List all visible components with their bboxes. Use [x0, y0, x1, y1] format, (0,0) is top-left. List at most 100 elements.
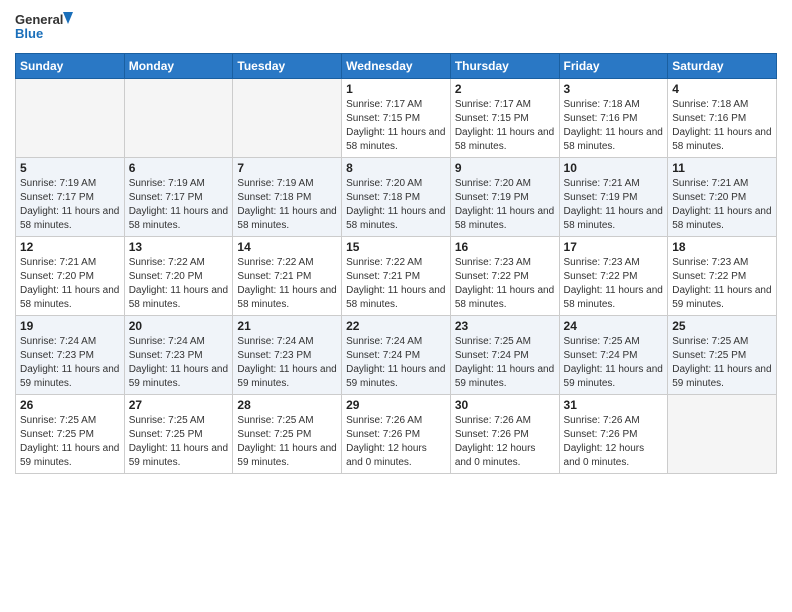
- calendar-cell: [668, 395, 777, 474]
- day-number: 14: [237, 240, 337, 254]
- day-info: Sunrise: 7:26 AMSunset: 7:26 PMDaylight:…: [346, 414, 446, 470]
- day-info: Sunrise: 7:22 AMSunset: 7:21 PMDaylight:…: [346, 256, 446, 312]
- calendar-cell: 19 Sunrise: 7:24 AMSunset: 7:23 PMDayligh…: [16, 316, 125, 395]
- day-number: 19: [20, 319, 120, 333]
- logo-svg: GeneralBlue: [15, 10, 75, 45]
- day-number: 6: [129, 161, 229, 175]
- weekday-header-row: SundayMondayTuesdayWednesdayThursdayFrid…: [16, 54, 777, 79]
- day-number: 18: [672, 240, 772, 254]
- day-number: 23: [455, 319, 555, 333]
- day-number: 20: [129, 319, 229, 333]
- day-number: 9: [455, 161, 555, 175]
- calendar-cell: 4 Sunrise: 7:18 AMSunset: 7:16 PMDaylight…: [668, 79, 777, 158]
- day-number: 3: [564, 82, 664, 96]
- day-number: 11: [672, 161, 772, 175]
- weekday-header-saturday: Saturday: [668, 54, 777, 79]
- day-info: Sunrise: 7:19 AMSunset: 7:17 PMDaylight:…: [20, 177, 120, 233]
- day-number: 12: [20, 240, 120, 254]
- calendar-cell: 1 Sunrise: 7:17 AMSunset: 7:15 PMDaylight…: [342, 79, 451, 158]
- day-number: 28: [237, 398, 337, 412]
- weekday-header-wednesday: Wednesday: [342, 54, 451, 79]
- calendar-cell: 13Sunrise: 7:22 AMSunset: 7:20 PMDayligh…: [124, 237, 233, 316]
- calendar-cell: 8Sunrise: 7:20 AMSunset: 7:18 PMDaylight…: [342, 158, 451, 237]
- day-info: Sunrise: 7:21 AMSunset: 7:20 PMDaylight:…: [672, 177, 772, 233]
- day-info: Sunrise: 7:25 AMSunset: 7:25 PMDaylight:…: [129, 414, 229, 470]
- day-info: Sunrise: 7:23 AMSunset: 7:22 PMDaylight:…: [564, 256, 664, 312]
- weekday-header-monday: Monday: [124, 54, 233, 79]
- day-number: 8: [346, 161, 446, 175]
- calendar-cell: [233, 79, 342, 158]
- day-number: 4: [672, 82, 772, 96]
- day-number: 22: [346, 319, 446, 333]
- page-header: GeneralBlue: [15, 10, 777, 45]
- calendar-cell: 16 Sunrise: 7:23 AMSunset: 7:22 PMDayligh…: [450, 237, 559, 316]
- day-info: Sunrise: 7:26 AMSunset: 7:26 PMDaylight:…: [564, 414, 664, 470]
- calendar-week-5: 26 Sunrise: 7:25 AMSunset: 7:25 PMDayligh…: [16, 395, 777, 474]
- day-info: Sunrise: 7:24 AMSunset: 7:23 PMDaylight:…: [237, 335, 337, 391]
- day-info: Sunrise: 7:25 AMSunset: 7:25 PMDaylight:…: [20, 414, 120, 470]
- day-info: Sunrise: 7:21 AMSunset: 7:19 PMDaylight:…: [564, 177, 664, 233]
- calendar-week-1: 1 Sunrise: 7:17 AMSunset: 7:15 PMDaylight…: [16, 79, 777, 158]
- day-info: Sunrise: 7:17 AMSunset: 7:15 PMDaylight:…: [455, 98, 555, 154]
- day-info: Sunrise: 7:19 AMSunset: 7:17 PMDaylight:…: [129, 177, 229, 233]
- day-info: Sunrise: 7:18 AMSunset: 7:16 PMDaylight:…: [672, 98, 772, 154]
- calendar-cell: 7 Sunrise: 7:19 AMSunset: 7:18 PMDaylight…: [233, 158, 342, 237]
- calendar-cell: 31 Sunrise: 7:26 AMSunset: 7:26 PMDayligh…: [559, 395, 668, 474]
- day-info: Sunrise: 7:25 AMSunset: 7:25 PMDaylight:…: [237, 414, 337, 470]
- calendar-cell: 18 Sunrise: 7:23 AMSunset: 7:22 PMDayligh…: [668, 237, 777, 316]
- calendar-week-3: 12 Sunrise: 7:21 AMSunset: 7:20 PMDayligh…: [16, 237, 777, 316]
- calendar-cell: 9 Sunrise: 7:20 AMSunset: 7:19 PMDaylight…: [450, 158, 559, 237]
- day-number: 30: [455, 398, 555, 412]
- calendar-cell: 22 Sunrise: 7:24 AMSunset: 7:24 PMDayligh…: [342, 316, 451, 395]
- calendar-cell: 12 Sunrise: 7:21 AMSunset: 7:20 PMDayligh…: [16, 237, 125, 316]
- day-number: 27: [129, 398, 229, 412]
- day-info: Sunrise: 7:17 AMSunset: 7:15 PMDaylight:…: [346, 98, 446, 154]
- svg-text:Blue: Blue: [15, 26, 43, 41]
- day-info: Sunrise: 7:19 AMSunset: 7:18 PMDaylight:…: [237, 177, 337, 233]
- day-number: 24: [564, 319, 664, 333]
- day-info: Sunrise: 7:20 AMSunset: 7:19 PMDaylight:…: [455, 177, 555, 233]
- logo: GeneralBlue: [15, 10, 75, 45]
- day-info: Sunrise: 7:22 AMSunset: 7:20 PMDaylight:…: [129, 256, 229, 312]
- calendar-week-2: 5 Sunrise: 7:19 AMSunset: 7:17 PMDaylight…: [16, 158, 777, 237]
- day-number: 16: [455, 240, 555, 254]
- day-number: 7: [237, 161, 337, 175]
- day-info: Sunrise: 7:25 AMSunset: 7:24 PMDaylight:…: [455, 335, 555, 391]
- day-number: 1: [346, 82, 446, 96]
- calendar-cell: 26 Sunrise: 7:25 AMSunset: 7:25 PMDayligh…: [16, 395, 125, 474]
- day-info: Sunrise: 7:26 AMSunset: 7:26 PMDaylight:…: [455, 414, 555, 470]
- day-number: 31: [564, 398, 664, 412]
- calendar-cell: 17 Sunrise: 7:23 AMSunset: 7:22 PMDayligh…: [559, 237, 668, 316]
- day-info: Sunrise: 7:21 AMSunset: 7:20 PMDaylight:…: [20, 256, 120, 312]
- calendar-cell: 6 Sunrise: 7:19 AMSunset: 7:17 PMDaylight…: [124, 158, 233, 237]
- day-info: Sunrise: 7:25 AMSunset: 7:25 PMDaylight:…: [672, 335, 772, 391]
- calendar-cell: 11 Sunrise: 7:21 AMSunset: 7:20 PMDayligh…: [668, 158, 777, 237]
- calendar-cell: 28 Sunrise: 7:25 AMSunset: 7:25 PMDayligh…: [233, 395, 342, 474]
- calendar-cell: 2 Sunrise: 7:17 AMSunset: 7:15 PMDaylight…: [450, 79, 559, 158]
- day-info: Sunrise: 7:18 AMSunset: 7:16 PMDaylight:…: [564, 98, 664, 154]
- day-number: 15: [346, 240, 446, 254]
- calendar-cell: [16, 79, 125, 158]
- day-info: Sunrise: 7:24 AMSunset: 7:24 PMDaylight:…: [346, 335, 446, 391]
- day-info: Sunrise: 7:25 AMSunset: 7:24 PMDaylight:…: [564, 335, 664, 391]
- weekday-header-thursday: Thursday: [450, 54, 559, 79]
- day-number: 17: [564, 240, 664, 254]
- svg-text:General: General: [15, 12, 63, 27]
- day-number: 29: [346, 398, 446, 412]
- day-number: 26: [20, 398, 120, 412]
- calendar-cell: 20Sunrise: 7:24 AMSunset: 7:23 PMDayligh…: [124, 316, 233, 395]
- calendar-cell: 10Sunrise: 7:21 AMSunset: 7:19 PMDayligh…: [559, 158, 668, 237]
- day-number: 25: [672, 319, 772, 333]
- weekday-header-tuesday: Tuesday: [233, 54, 342, 79]
- weekday-header-sunday: Sunday: [16, 54, 125, 79]
- day-number: 5: [20, 161, 120, 175]
- calendar-cell: 14Sunrise: 7:22 AMSunset: 7:21 PMDayligh…: [233, 237, 342, 316]
- calendar-table: SundayMondayTuesdayWednesdayThursdayFrid…: [15, 53, 777, 474]
- day-info: Sunrise: 7:23 AMSunset: 7:22 PMDaylight:…: [455, 256, 555, 312]
- calendar-cell: 29 Sunrise: 7:26 AMSunset: 7:26 PMDayligh…: [342, 395, 451, 474]
- day-info: Sunrise: 7:24 AMSunset: 7:23 PMDaylight:…: [20, 335, 120, 391]
- calendar-cell: 30 Sunrise: 7:26 AMSunset: 7:26 PMDayligh…: [450, 395, 559, 474]
- day-number: 2: [455, 82, 555, 96]
- day-info: Sunrise: 7:23 AMSunset: 7:22 PMDaylight:…: [672, 256, 772, 312]
- calendar-week-4: 19 Sunrise: 7:24 AMSunset: 7:23 PMDayligh…: [16, 316, 777, 395]
